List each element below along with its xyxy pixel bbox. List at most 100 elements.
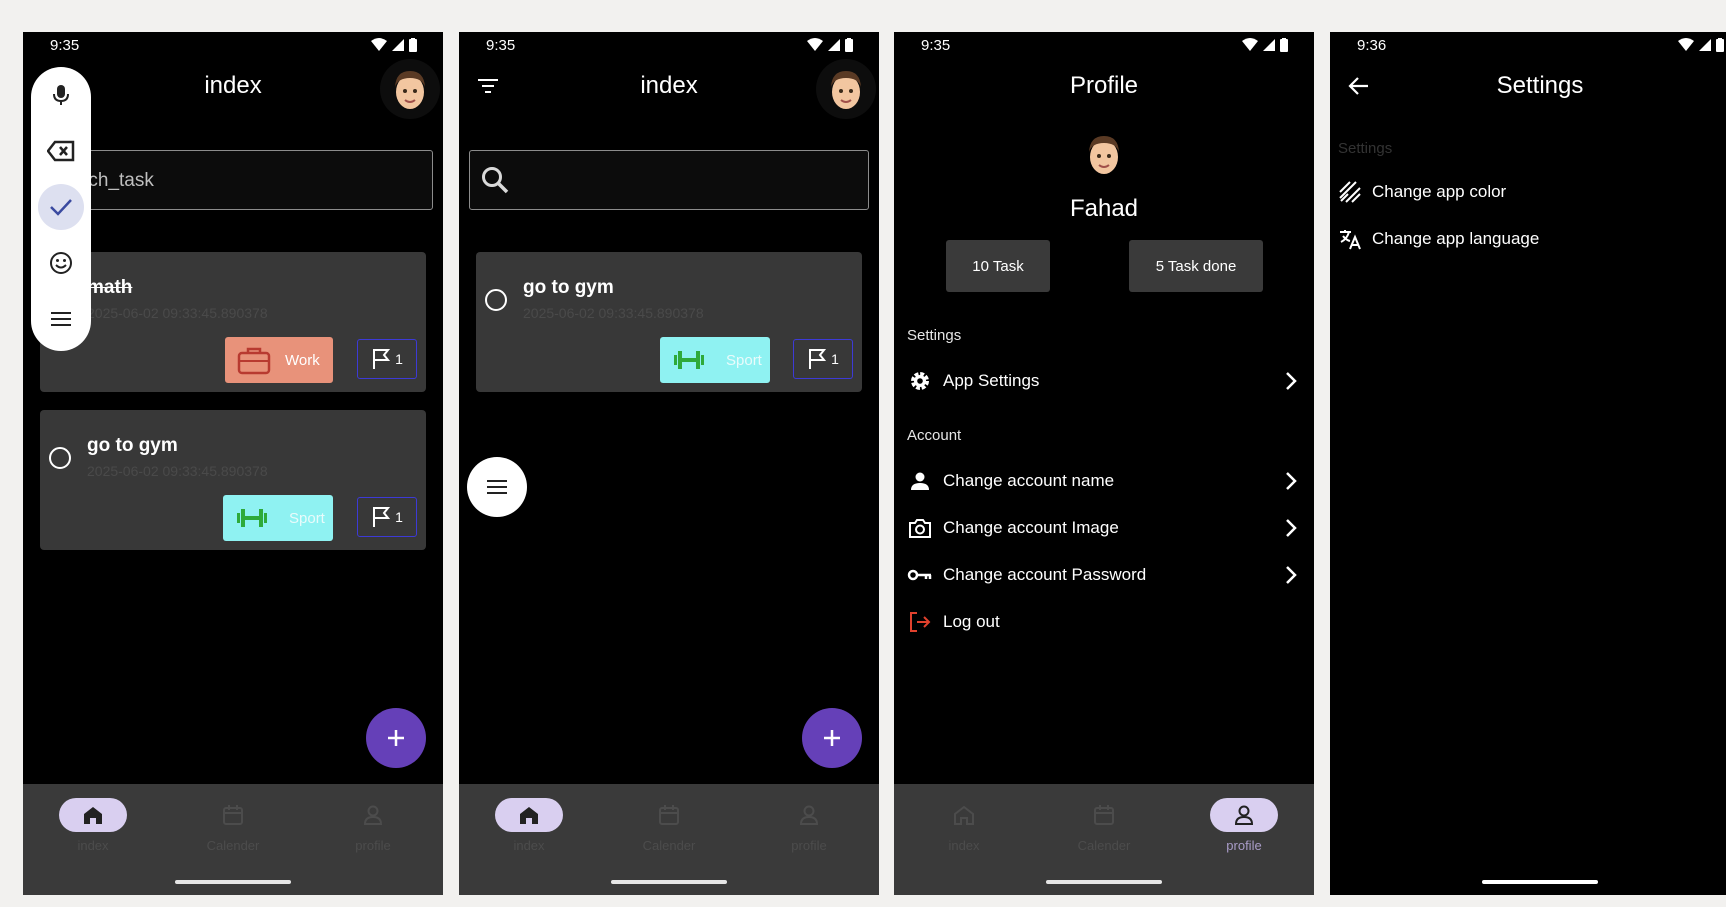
menu-button[interactable] bbox=[467, 457, 527, 517]
battery-icon bbox=[409, 38, 417, 52]
flag-icon bbox=[373, 349, 391, 369]
task-name: go to gym bbox=[87, 435, 178, 456]
gesture-handle bbox=[1482, 880, 1598, 884]
priority-badge[interactable]: 1 bbox=[793, 339, 853, 379]
task-card[interactable]: go to gym 2025-06-02 09:33:45.890378 Spo… bbox=[476, 252, 862, 392]
priority-badge[interactable]: 1 bbox=[357, 497, 417, 537]
gesture-handle bbox=[1046, 880, 1162, 884]
nav-item-index[interactable]: index bbox=[23, 798, 163, 853]
status-icons bbox=[1242, 38, 1288, 52]
task-checkbox[interactable] bbox=[485, 289, 507, 311]
nav-label: index bbox=[513, 838, 545, 853]
row-label: Change app color bbox=[1372, 182, 1507, 201]
avatar-memoji-icon bbox=[831, 71, 861, 109]
status-bar: 9:35 bbox=[894, 32, 1314, 58]
task-card[interactable]: go to gym 2025-06-02 09:33:45.890378 Spo… bbox=[40, 410, 426, 550]
change-account-name-row[interactable]: Change account name bbox=[907, 461, 1301, 501]
category-tag-sport[interactable]: Sport bbox=[223, 495, 333, 541]
gesture-handle bbox=[611, 880, 727, 884]
home-icon bbox=[520, 807, 538, 824]
nav-item-calender[interactable]: Calender bbox=[599, 798, 739, 853]
emoji-button[interactable] bbox=[38, 240, 84, 286]
category-tag-sport[interactable]: Sport bbox=[660, 337, 770, 383]
task-card[interactable]: math 2025-06-02 09:33:45.890378 Work 1 bbox=[40, 252, 426, 392]
user-name: Fahad bbox=[1069, 195, 1139, 222]
nav-item-profile[interactable]: profile bbox=[303, 798, 443, 853]
avatar[interactable] bbox=[380, 59, 440, 119]
briefcase-icon bbox=[237, 347, 271, 375]
gear-icon bbox=[911, 372, 929, 390]
section-account: Account bbox=[907, 427, 962, 444]
flag-icon bbox=[373, 507, 391, 527]
nav-label: profile bbox=[791, 838, 827, 853]
status-time: 9:35 bbox=[50, 37, 80, 54]
nav-item-profile[interactable]: profile bbox=[739, 798, 879, 853]
change-app-language-row[interactable]: Change app language bbox=[1338, 224, 1539, 254]
check-button[interactable] bbox=[38, 184, 84, 230]
row-label: Change account name bbox=[943, 471, 1115, 490]
nav-label: Calender bbox=[206, 838, 260, 853]
signal-icon bbox=[392, 39, 404, 51]
nav-label: profile bbox=[355, 838, 391, 853]
bottom-nav: index Calender profile bbox=[459, 784, 879, 895]
wifi-icon bbox=[371, 38, 387, 51]
home-icon bbox=[954, 805, 974, 825]
logout-row[interactable]: Log out bbox=[907, 602, 1301, 642]
app-settings-row[interactable]: App Settings bbox=[907, 361, 1301, 401]
nav-item-profile[interactable]: profile bbox=[1174, 798, 1314, 853]
wifi-icon bbox=[1242, 38, 1258, 51]
signal-icon bbox=[828, 39, 840, 51]
wifi-icon bbox=[1678, 38, 1694, 51]
task-checkbox[interactable] bbox=[49, 447, 71, 469]
change-account-image-row[interactable]: Change account Image bbox=[907, 508, 1301, 548]
flag-icon bbox=[809, 349, 827, 369]
menu-icon bbox=[487, 480, 507, 494]
menu-button[interactable] bbox=[38, 296, 84, 342]
row-label: Change account Password bbox=[943, 565, 1147, 584]
plus-icon bbox=[388, 730, 404, 746]
dumbbell-icon bbox=[237, 509, 267, 527]
profile-avatar[interactable] bbox=[1074, 124, 1134, 184]
page-title: Settings bbox=[1496, 72, 1584, 99]
backspace-button[interactable] bbox=[38, 128, 84, 174]
microphone-button[interactable] bbox=[38, 72, 84, 118]
priority-badge[interactable]: 1 bbox=[357, 339, 417, 379]
key-icon bbox=[907, 569, 932, 581]
plus-icon bbox=[824, 730, 840, 746]
nav-item-index[interactable]: index bbox=[459, 798, 599, 853]
bottom-nav: index Calender profile bbox=[894, 784, 1314, 895]
section-settings: Settings bbox=[907, 327, 962, 344]
search-input[interactable]: serch_task bbox=[33, 150, 433, 210]
status-icons bbox=[807, 38, 853, 52]
screen-index-search: 9:35 index go to gym 2025-06-02 09:33:45… bbox=[459, 32, 879, 895]
add-task-button[interactable] bbox=[802, 708, 862, 768]
category-tag-work[interactable]: Work bbox=[225, 337, 333, 383]
emoji-icon bbox=[50, 252, 72, 274]
person-icon bbox=[799, 805, 819, 825]
logout-icon bbox=[910, 612, 931, 632]
nav-label: profile bbox=[1226, 838, 1262, 853]
battery-icon bbox=[1280, 38, 1288, 52]
person-icon bbox=[363, 805, 383, 825]
nav-label: index bbox=[77, 838, 109, 853]
change-account-password-row[interactable]: Change account Password bbox=[907, 555, 1301, 595]
nav-item-calender[interactable]: Calender bbox=[1034, 798, 1174, 853]
nav-item-index[interactable]: index bbox=[894, 798, 1034, 853]
add-task-button[interactable] bbox=[366, 708, 426, 768]
backspace-icon bbox=[47, 140, 75, 162]
task-date: 2025-06-02 09:33:45.890378 bbox=[87, 305, 268, 321]
nav-item-calender[interactable]: Calender bbox=[163, 798, 303, 853]
nav-label: Calender bbox=[1077, 838, 1131, 853]
screen-profile: 9:35 Profile Fahad 10 Task 5 Task done S… bbox=[894, 32, 1314, 895]
avatar[interactable] bbox=[816, 59, 876, 119]
gesture-handle bbox=[175, 880, 291, 884]
task-date: 2025-06-02 09:33:45.890378 bbox=[523, 305, 704, 321]
calendar-icon bbox=[223, 805, 243, 825]
task-date: 2025-06-02 09:33:45.890378 bbox=[87, 463, 268, 479]
priority-value: 1 bbox=[395, 351, 403, 367]
status-bar: 9:36 bbox=[1330, 32, 1726, 58]
change-app-color-row[interactable]: Change app color bbox=[1338, 177, 1506, 207]
status-bar: 9:35 bbox=[23, 32, 443, 58]
status-time: 9:35 bbox=[921, 37, 951, 54]
search-input[interactable] bbox=[469, 150, 869, 210]
